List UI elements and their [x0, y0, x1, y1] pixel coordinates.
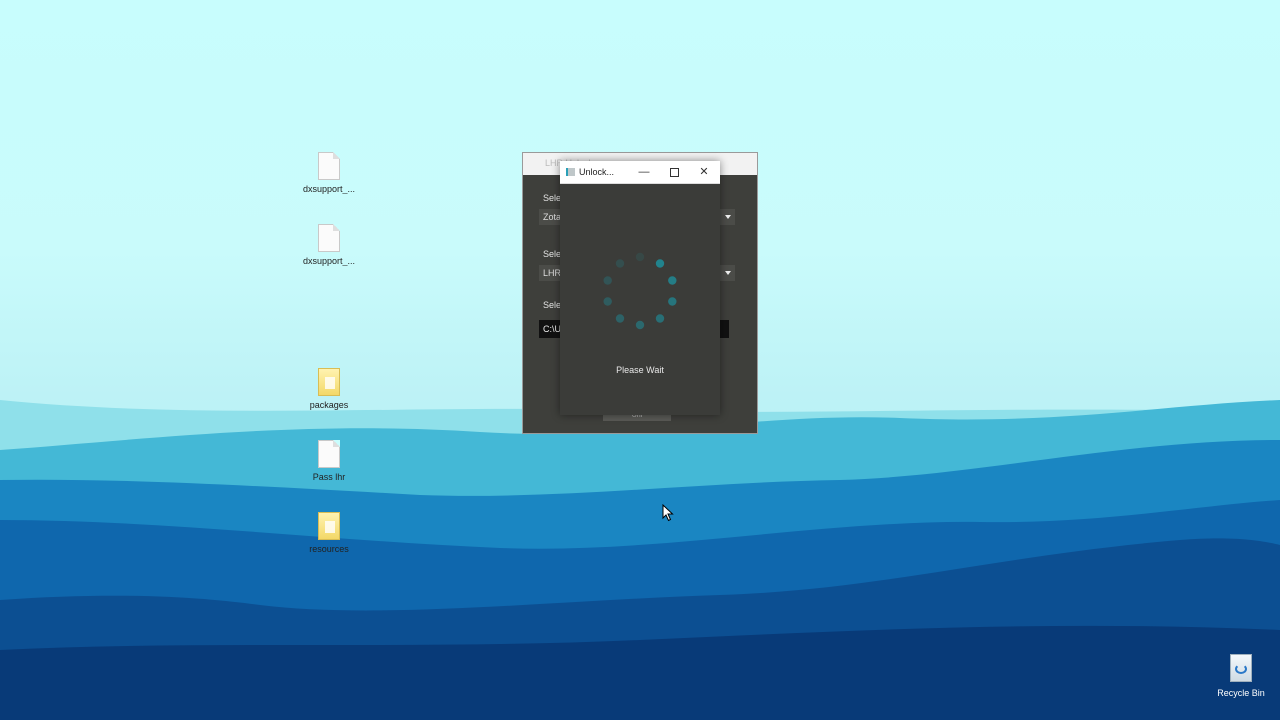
dropdown-arrow-icon[interactable]	[725, 271, 731, 275]
mode-value: LHR	[543, 268, 562, 278]
desktop: dxsupport_... dxsupport_... packages Pas…	[0, 0, 1280, 720]
desktop-icon-dxsupport-1[interactable]: dxsupport_...	[291, 152, 367, 194]
file-icon	[318, 224, 340, 252]
spinner-dot	[668, 276, 677, 285]
desktop-icon-resources[interactable]: resources	[291, 512, 367, 554]
desktop-icon-label: dxsupport_...	[302, 256, 356, 266]
unlock-progress-dialog[interactable]: Unlock... — ✕ Please Wait	[560, 161, 720, 415]
dialog-titlebar[interactable]: Unlock... — ✕	[560, 161, 720, 184]
mouse-cursor-icon	[662, 504, 674, 522]
maximize-icon	[669, 167, 679, 177]
file-icon	[318, 152, 340, 180]
spinner-dot	[615, 314, 625, 323]
desktop-icon-packages[interactable]: packages	[291, 368, 367, 410]
spinner-dot	[635, 320, 645, 330]
desktop-icon-dxsupport-2[interactable]: dxsupport_...	[291, 224, 367, 266]
file-icon	[318, 440, 340, 468]
recycle-bin-icon	[1230, 654, 1252, 682]
minimize-button[interactable]: —	[634, 164, 654, 180]
dropdown-arrow-icon[interactable]	[725, 215, 731, 219]
close-button[interactable]: ✕	[694, 164, 714, 180]
spinner-dot	[603, 297, 612, 306]
spinner-dot	[615, 259, 625, 268]
select-label-2: Sele	[543, 249, 562, 259]
status-text: Please Wait	[616, 365, 664, 375]
folder-icon	[318, 368, 340, 396]
select-label-3: Sele	[543, 300, 562, 310]
spinner-dot	[655, 259, 665, 268]
recycle-bin-label: Recycle Bin	[1217, 688, 1265, 698]
select-label-1: Sele	[543, 193, 562, 203]
spinner-dot	[635, 252, 645, 262]
desktop-icon-label: resources	[309, 544, 349, 554]
spinner-dot	[655, 314, 665, 323]
desktop-icon-label: Pass lhr	[312, 472, 346, 482]
app-icon	[566, 168, 575, 176]
desktop-icon-label: packages	[309, 400, 349, 410]
maximize-button[interactable]	[664, 164, 684, 180]
spinner-dot	[668, 297, 677, 306]
desktop-icon-pass-lhr[interactable]: Pass lhr	[291, 440, 367, 482]
dialog-title: Unlock...	[579, 167, 615, 177]
spinner-dot	[603, 276, 612, 285]
manufacturer-value: Zota	[543, 212, 562, 222]
recycle-bin[interactable]: Recycle Bin	[1210, 654, 1272, 698]
desktop-icon-label: dxsupport_...	[302, 184, 356, 194]
loading-spinner-icon	[603, 252, 677, 330]
folder-icon	[318, 512, 340, 540]
